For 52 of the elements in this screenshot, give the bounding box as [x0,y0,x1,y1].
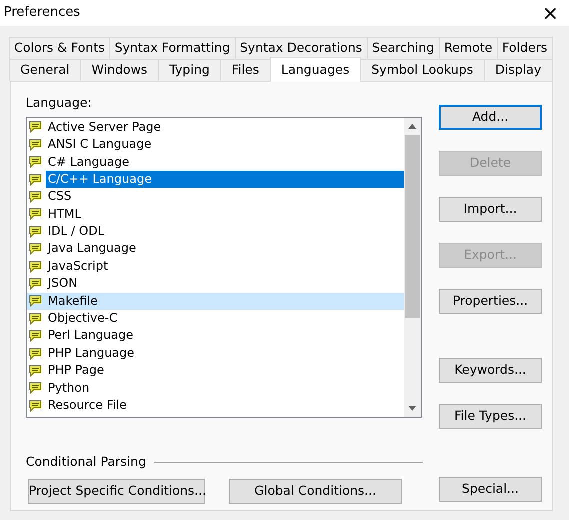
language-item[interactable]: HTML [27,206,404,224]
tab[interactable]: Folders [496,37,553,59]
speech-bubble-icon [29,400,43,412]
action-button[interactable]: Properties... [439,289,542,314]
speech-bubble-icon [29,243,43,256]
language-item[interactable]: Perl Language [27,327,404,345]
speech-bubble-icon [29,348,43,360]
tab[interactable]: Display [484,59,553,81]
language-item[interactable]: PHP Page [27,362,404,380]
tab[interactable]: Colors & Fonts [9,37,110,59]
speech-bubble-icon [29,330,43,342]
speech-bubble-icon [29,121,43,134]
conditions-button[interactable]: Global Conditions... [229,478,402,504]
action-button[interactable]: File Types... [439,404,542,429]
speech-bubble-icon [29,138,43,151]
speech-bubble-icon [29,364,43,377]
speech-bubble-icon [29,312,43,325]
scrollbar-thumb[interactable] [405,134,420,318]
scrollbar[interactable] [404,118,421,417]
language-item[interactable]: Objective-C [27,310,404,328]
speech-bubble-icon [29,174,43,186]
language-item[interactable]: PHP Language [27,344,404,362]
language-item[interactable]: JavaScript [27,258,404,276]
speech-bubble-icon [29,382,43,394]
window-title: Preferences [4,4,80,22]
language-item[interactable]: JSON [27,275,404,293]
speech-bubble-icon [29,156,43,168]
speech-bubble-icon [29,295,43,308]
section-title: Conditional Parsing [26,453,146,471]
language-item[interactable]: Active Server Page [27,118,404,136]
speech-bubble-icon [29,260,43,273]
language-item[interactable]: ANSI C Language [27,136,404,154]
action-button[interactable]: Keywords... [439,358,542,383]
tab[interactable]: General [9,59,82,81]
language-label: Language: [26,94,93,112]
language-item[interactable]: Java Language [27,240,404,258]
language-item[interactable]: Resource File [27,397,404,414]
language-item[interactable]: IDL / ODL [27,223,404,240]
language-item[interactable]: C# Language [27,154,404,171]
conditions-button[interactable]: Project Specific Conditions... [28,478,205,504]
action-button[interactable]: Add... [439,105,542,130]
tab[interactable]: Languages [270,57,362,82]
action-button[interactable]: Import... [439,197,542,222]
speech-bubble-icon [29,226,43,238]
language-item[interactable]: Python [27,380,404,397]
language-item[interactable]: CSS [27,188,404,206]
speech-bubble-icon [29,191,43,203]
language-item[interactable]: Makefile [27,292,404,310]
close-button[interactable]: × [536,3,565,23]
speech-bubble-icon [29,208,43,220]
speech-bubble-icon [29,278,43,290]
special-button[interactable]: Special... [439,477,542,502]
